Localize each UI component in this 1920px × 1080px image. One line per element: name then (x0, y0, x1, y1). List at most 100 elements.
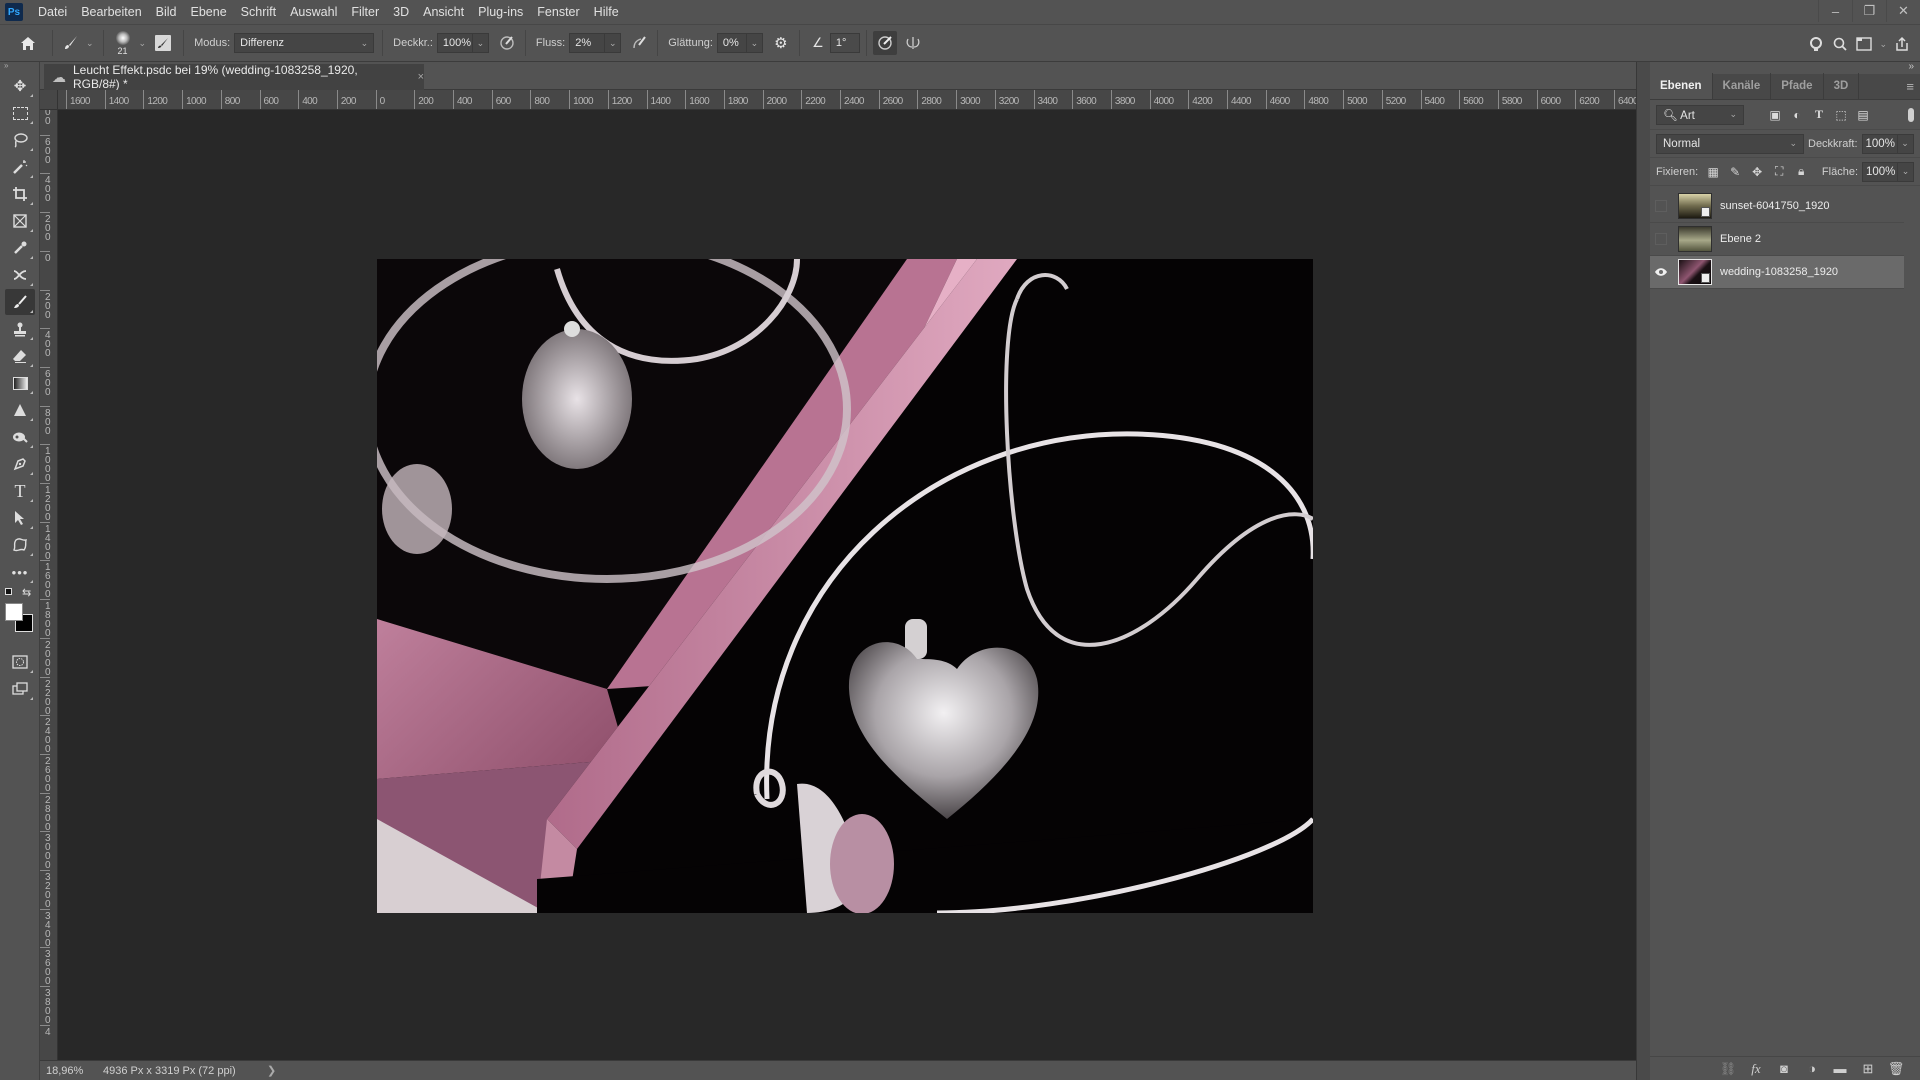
status-menu-arrow[interactable]: ❯ (267, 1064, 276, 1077)
lock-transparency-icon[interactable]: ▦ (1702, 165, 1724, 179)
menu-hilfe[interactable]: Hilfe (587, 5, 626, 19)
lasso-tool[interactable] (5, 127, 35, 153)
filter-toggle[interactable] (1908, 107, 1914, 122)
minimize-button[interactable]: – (1818, 0, 1852, 22)
menu-filter[interactable]: Filter (344, 5, 386, 19)
menu-auswahl[interactable]: Auswahl (283, 5, 344, 19)
lock-pixels-icon[interactable]: ✎ (1724, 165, 1746, 179)
brush-settings-panel-icon[interactable] (155, 35, 172, 51)
link-layers-icon[interactable]: ⛓ (1714, 1061, 1742, 1077)
chevron-down-icon[interactable]: ⌄ (139, 38, 147, 49)
add-mask-icon[interactable]: ◙ (1770, 1061, 1798, 1076)
menu-ebene[interactable]: Ebene (184, 5, 234, 19)
opacity-input[interactable]: 100% (1861, 133, 1898, 154)
deckkraft-dropdown[interactable]: ⌄ (472, 33, 489, 53)
layer-row[interactable]: Ebene 2 (1650, 223, 1904, 256)
modus-select[interactable]: Differenz ⌄ (234, 33, 375, 53)
symmetry-icon[interactable] (901, 31, 925, 55)
share-icon[interactable] (1890, 32, 1914, 56)
screen-mode-icon[interactable] (5, 676, 35, 702)
dodge-tool[interactable] (5, 424, 35, 450)
filter-type-icon[interactable]: T (1808, 107, 1830, 122)
fill-dropdown[interactable]: ⌄ (1898, 161, 1914, 182)
layer-row-selected[interactable]: wedding-1083258_1920 (1650, 256, 1904, 289)
horizontal-ruler[interactable]: 1600 1400 1200 1000 800 600 400 200 0 200 400 600 80… (58, 90, 1636, 110)
menu-3d[interactable]: 3D (386, 5, 416, 19)
tab-3d[interactable]: 3D (1824, 73, 1860, 99)
gear-icon[interactable]: ⚙ (769, 31, 793, 55)
filter-smart-object-icon[interactable]: ▤ (1852, 108, 1874, 122)
eye-icon[interactable] (1650, 256, 1672, 289)
pen-tool[interactable] (5, 451, 35, 477)
airbrush-icon[interactable] (627, 31, 651, 55)
move-tool[interactable]: ✥ (5, 73, 35, 99)
brush-tool-preset-icon[interactable] (59, 31, 83, 55)
new-group-folder-icon[interactable]: ▬ (1826, 1061, 1854, 1076)
layer-row[interactable]: sunset-6041750_1920 (1650, 190, 1904, 223)
filter-adjustment-icon[interactable]: ◐ (1786, 108, 1808, 122)
menu-fenster[interactable]: Fenster (530, 5, 586, 19)
magic-wand-tool[interactable] (5, 154, 35, 180)
lock-all-icon[interactable]: 🔒︎ (1790, 164, 1812, 179)
quick-mask-icon[interactable] (5, 649, 35, 675)
chevron-down-icon[interactable]: ⌄ (1879, 39, 1887, 50)
foreground-color-swatch[interactable] (5, 603, 23, 621)
layer-visibility-toggle[interactable] (1650, 190, 1672, 223)
layer-name[interactable]: wedding-1083258_1920 (1720, 266, 1838, 278)
glaettung-dropdown[interactable]: ⌄ (746, 33, 763, 53)
adjustment-layer-icon[interactable]: ◑ (1798, 1061, 1826, 1076)
clone-stamp-tool[interactable] (5, 316, 35, 342)
deckkraft-input[interactable]: 100% (436, 33, 473, 53)
default-colors-icon[interactable] (5, 588, 12, 595)
toolbar-collapse-icon[interactable]: » (0, 62, 39, 72)
fluss-input[interactable]: 2% (569, 33, 606, 53)
pressure-opacity-icon[interactable] (495, 31, 519, 55)
fluss-dropdown[interactable]: ⌄ (605, 33, 622, 53)
workspace-icon[interactable] (1852, 32, 1876, 56)
filter-shape-icon[interactable]: ⬚ (1830, 108, 1852, 122)
close-document-icon[interactable]: × (418, 71, 424, 83)
menu-bild[interactable]: Bild (149, 5, 184, 19)
lock-position-icon[interactable]: ✥ (1746, 165, 1768, 179)
menu-plug-ins[interactable]: Plug-ins (471, 5, 530, 19)
fill-input[interactable]: 100% (1862, 161, 1898, 182)
filter-pixel-icon[interactable]: ▣ (1764, 108, 1786, 122)
eraser-tool[interactable] (5, 343, 35, 369)
glaettung-input[interactable]: 0% (716, 33, 747, 53)
more-tools-icon[interactable]: ••• (5, 559, 35, 585)
layer-visibility-toggle[interactable] (1650, 223, 1672, 256)
ruler-origin[interactable] (40, 90, 58, 110)
menu-bearbeiten[interactable]: Bearbeiten (74, 5, 148, 19)
type-tool[interactable]: T (5, 478, 35, 504)
layer-filter-select[interactable]: 🔍︎ Art ⌄ (1656, 104, 1744, 125)
learn-icon[interactable] (1804, 32, 1828, 56)
close-button[interactable]: ✕ (1886, 0, 1920, 22)
tab-kanaele[interactable]: Kanäle (1713, 73, 1772, 99)
home-icon[interactable] (16, 31, 40, 55)
menu-ansicht[interactable]: Ansicht (416, 5, 471, 19)
brush-tool[interactable] (5, 289, 35, 315)
marquee-tool[interactable] (5, 100, 35, 126)
layer-style-fx-icon[interactable]: fx (1742, 1061, 1770, 1077)
zoom-level[interactable]: 18,96% (40, 1065, 95, 1077)
opacity-dropdown[interactable]: ⌄ (1897, 133, 1914, 154)
swap-colors-icon[interactable]: ⇆ (22, 586, 31, 599)
eyedropper-tool[interactable] (5, 235, 35, 261)
tab-pfade[interactable]: Pfade (1771, 73, 1824, 99)
restore-button[interactable]: ❐ (1852, 0, 1886, 22)
blend-mode-select[interactable]: Normal ⌄ (1656, 133, 1804, 154)
frame-tool[interactable] (5, 208, 35, 234)
menu-schrift[interactable]: Schrift (234, 5, 283, 19)
gradient-tool[interactable] (5, 370, 35, 396)
trash-icon[interactable]: 🗑︎ (1882, 1061, 1910, 1077)
chevron-down-icon[interactable]: ⌄ (86, 38, 94, 49)
path-selection-tool[interactable] (5, 505, 35, 531)
document-tab[interactable]: ☁ Leucht Effekt.psdc bei 19% (wedding-10… (44, 63, 424, 91)
document-image-jewelry[interactable] (377, 259, 1313, 913)
healing-brush-tool[interactable] (5, 262, 35, 288)
crop-tool[interactable] (5, 181, 35, 207)
shape-tool[interactable] (5, 532, 35, 558)
layer-name[interactable]: Ebene 2 (1720, 233, 1761, 245)
pressure-size-icon[interactable] (872, 31, 897, 55)
blur-tool[interactable] (5, 397, 35, 423)
